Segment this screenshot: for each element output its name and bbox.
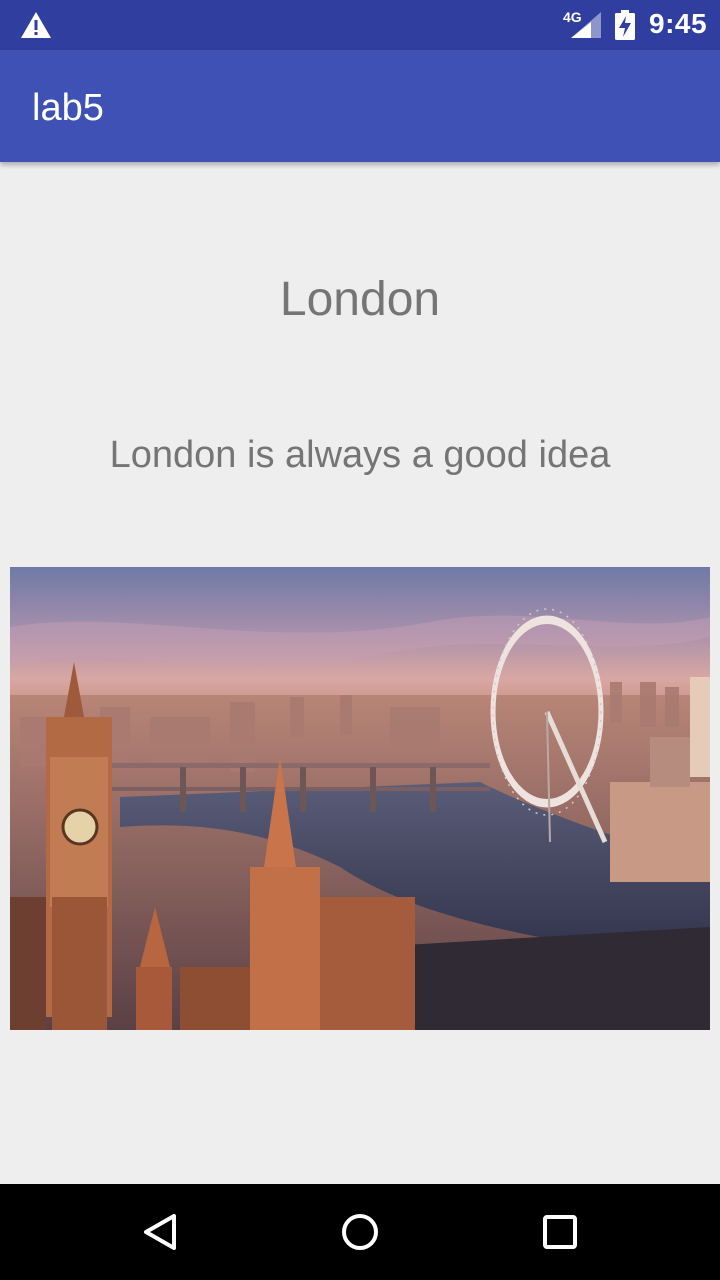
signal-icon [571,12,601,38]
home-icon[interactable] [336,1208,384,1256]
battery-charging-icon [615,10,635,40]
app-title: lab5 [32,87,104,129]
city-subtitle: London is always a good idea [109,434,611,476]
warning-icon [21,12,51,38]
recents-icon[interactable] [536,1208,584,1256]
navigation-bar [0,1184,720,1280]
london-skyline-photo [10,567,710,1030]
app-bar: lab5 [0,50,720,162]
status-time: 9:45 [649,8,708,39]
city-title: London [279,273,441,326]
back-icon[interactable] [136,1208,184,1256]
status-bar: 4G 9:45 [0,0,720,50]
london-photo [10,567,710,1030]
